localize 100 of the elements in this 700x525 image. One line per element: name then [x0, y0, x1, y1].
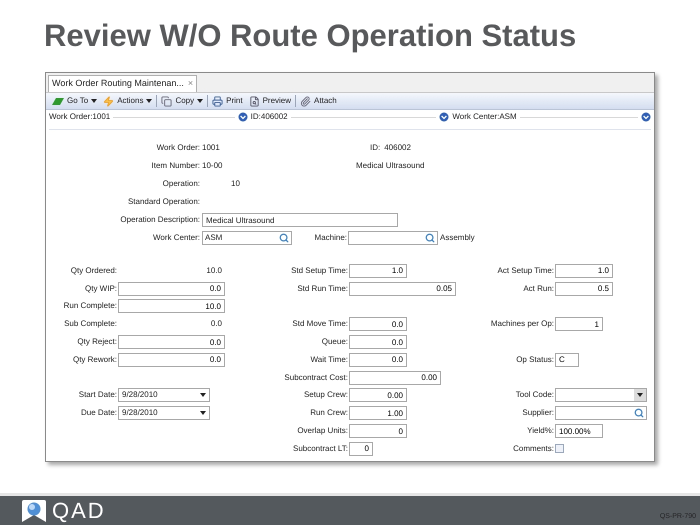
lookup-field[interactable] — [348, 231, 438, 245]
input-field[interactable]: 0.0 — [349, 317, 407, 332]
toolbar-button[interactable]: Preview — [246, 93, 294, 109]
caret-icon — [200, 411, 206, 416]
item-description: Medical Ultrasound — [356, 160, 424, 172]
input-field[interactable]: 100.00% — [555, 424, 603, 438]
toolbar-button[interactable]: Print — [209, 93, 246, 109]
field-label: Qty WIP: — [84, 282, 118, 295]
field-label: Wait Time: — [310, 354, 349, 366]
lightning-icon — [103, 96, 114, 106]
field-label: Subcontract Cost: — [283, 372, 349, 384]
input-field[interactable]: 1 — [555, 317, 603, 332]
field-value: 10.0 — [205, 264, 223, 277]
arrow-icon — [52, 97, 64, 105]
field-label: Yield%: — [526, 425, 555, 438]
field-label: Machines per Op: — [490, 318, 555, 330]
print-icon — [212, 96, 224, 106]
field-label: Standard Operation: — [126, 196, 201, 208]
field-label: Act Run: — [522, 282, 555, 295]
logo-icon — [22, 500, 46, 522]
field-label: Work Order: — [156, 142, 201, 154]
input-field[interactable]: 0.5 — [555, 282, 613, 296]
input-field[interactable]: 1.0 — [349, 264, 407, 278]
window-tab[interactable]: Work Order Routing Maintenan... × — [48, 75, 198, 92]
field-label: Work Center: — [152, 232, 201, 244]
field-label: Std Setup Time: — [290, 264, 349, 277]
field-value: 406002 — [384, 142, 411, 154]
dropdown-field[interactable] — [555, 388, 647, 402]
field-label: Supplier: — [521, 407, 555, 420]
navigation-dropdown[interactable]: Work Order:1001 — [49, 111, 248, 123]
field-label: Act Setup Time: — [496, 264, 555, 277]
close-tab-button[interactable]: × — [188, 77, 194, 91]
field-value: 10 — [230, 178, 240, 190]
field-label: Operation Description: — [119, 214, 201, 226]
field-label: Comments: — [512, 442, 555, 455]
input-field[interactable]: 0.00 — [349, 388, 407, 402]
navigation-dropdown[interactable]: ID:406002 — [250, 111, 450, 123]
input-field[interactable]: 0.0 — [118, 352, 225, 367]
paperclip-icon — [300, 96, 312, 106]
field-label: Qty Rework: — [72, 354, 118, 366]
brand-name: QAD — [52, 500, 106, 522]
search-icon — [634, 408, 644, 418]
input-field[interactable]: 0.00 — [349, 370, 441, 385]
input-field[interactable]: 0.05 — [349, 282, 456, 296]
dropdown-icon — [641, 112, 652, 122]
input-field[interactable]: C — [555, 352, 579, 367]
field-value: 10-00 — [202, 160, 224, 172]
field-label: Overlap Units: — [296, 425, 349, 438]
field-label: Std Move Time: — [291, 318, 349, 330]
field-label: Op Status: — [515, 354, 555, 366]
caret-icon — [197, 99, 204, 103]
input-field[interactable]: Medical Ultrasound — [202, 213, 398, 227]
checkbox[interactable] — [555, 444, 564, 454]
input-field[interactable]: 1.0 — [555, 264, 613, 278]
toolbar-button[interactable]: Copy — [158, 93, 206, 109]
input-field[interactable]: 0.0 — [349, 335, 407, 350]
field-label: Start Date: — [78, 389, 118, 402]
input-field[interactable]: 10.0 — [118, 299, 225, 314]
field-label: Qty Ordered: — [70, 264, 118, 277]
machine-description: Assembly — [439, 232, 475, 244]
input-field[interactable]: 0 — [349, 442, 373, 456]
input-field[interactable]: 1.00 — [349, 406, 407, 420]
lookup-field[interactable] — [555, 406, 647, 420]
lookup-field[interactable]: ASM — [202, 231, 292, 245]
field-label: Sub Complete: — [63, 318, 118, 330]
caret-icon — [200, 393, 206, 398]
field-label: Qty Reject: — [76, 336, 118, 348]
toolbar-button[interactable]: Actions — [100, 93, 156, 109]
field-value: 1001 — [202, 142, 221, 154]
field-label: Tool Code: — [514, 389, 555, 402]
slide-title: Review W/O Route Operation Status — [44, 20, 578, 51]
input-field[interactable]: 0.0 — [118, 282, 225, 296]
input-field[interactable]: 0.0 — [349, 352, 407, 367]
date-field[interactable]: 9/28/2010 — [118, 406, 210, 420]
field-label: Run Crew: — [309, 407, 349, 420]
field-label: Run Complete: — [62, 300, 118, 312]
field-label: Machine: — [314, 232, 348, 244]
search-icon — [425, 233, 435, 243]
input-field[interactable]: 0 — [349, 424, 407, 438]
caret-icon — [146, 99, 152, 103]
caret-icon — [637, 393, 643, 398]
dropdown-icon — [439, 112, 450, 122]
field-label: Std Run Time: — [296, 282, 349, 295]
date-field[interactable]: 9/28/2010 — [118, 388, 210, 402]
field-label: Due Date: — [80, 407, 118, 420]
copy-icon — [161, 96, 172, 106]
field-label: Setup Crew: — [302, 389, 349, 402]
field-value: 0.0 — [210, 318, 223, 330]
field-label: Item Number: — [150, 160, 201, 172]
toolbar-button[interactable]: Go To — [49, 93, 100, 109]
input-field[interactable]: 0.0 — [118, 335, 225, 350]
search-icon — [279, 233, 289, 243]
navigation-dropdown[interactable]: Work Center:ASM — [452, 111, 652, 123]
toolbar-button[interactable]: Attach — [297, 93, 340, 109]
caret-icon — [91, 99, 98, 103]
field-label: Operation: — [162, 178, 201, 190]
dropdown-icon — [238, 112, 248, 122]
preview-icon — [248, 96, 260, 106]
field-label: ID: — [370, 142, 382, 154]
field-label: Queue: — [320, 336, 349, 348]
